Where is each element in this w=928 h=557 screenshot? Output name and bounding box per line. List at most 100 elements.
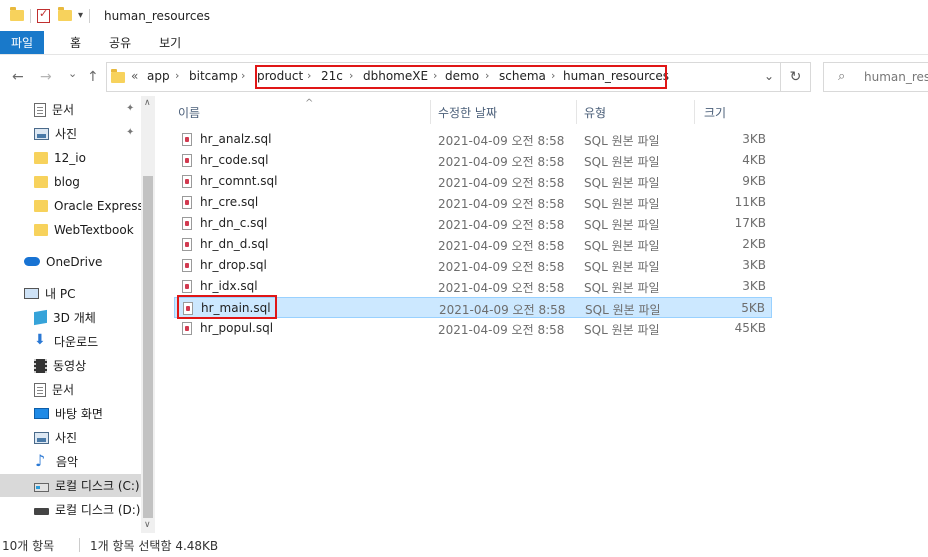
pictures-icon <box>34 431 49 444</box>
column-header-type[interactable]: 유형 <box>584 100 694 124</box>
file-type: SQL 원본 파일 <box>584 218 660 232</box>
file-row[interactable]: hr_comnt.sql 2021-04-09 오전 8:58 SQL 원본 파… <box>174 171 772 192</box>
file-row[interactable]: hr_drop.sql 2021-04-09 오전 8:58 SQL 원본 파일… <box>174 255 772 276</box>
sidebar-item-label: 문서 <box>52 103 75 117</box>
sidebar-item-drive-c[interactable]: 로컬 디스크 (C:) <box>0 474 141 497</box>
folder-icon <box>34 151 48 164</box>
scroll-up-icon[interactable]: ∧ <box>144 98 151 108</box>
file-size: 5KB <box>741 301 765 315</box>
breadcrumb-separator[interactable]: › <box>241 69 245 82</box>
file-row[interactable]: hr_dn_c.sql 2021-04-09 오전 8:58 SQL 원본 파일… <box>174 213 772 234</box>
pin-icon: ✦ <box>126 103 135 114</box>
file-row[interactable]: hr_cre.sql 2021-04-09 오전 8:58 SQL 원본 파일 … <box>174 192 772 213</box>
sidebar-item-label: 3D 개체 <box>53 311 96 325</box>
sql-file-icon <box>182 258 192 272</box>
file-row[interactable]: hr_code.sql 2021-04-09 오전 8:58 SQL 원본 파일… <box>174 150 772 171</box>
desktop-icon <box>34 408 49 419</box>
recent-locations-button[interactable]: ⌄ <box>68 67 77 80</box>
file-size: 9KB <box>742 174 766 188</box>
document-icon <box>34 382 46 397</box>
file-name: hr_popul.sql <box>200 321 274 335</box>
pc-icon <box>24 288 39 299</box>
folder-icon[interactable] <box>10 7 24 21</box>
search-box[interactable]: ⌕ human_resou <box>823 62 928 92</box>
navigation-scrollbar[interactable]: ∧ ∨ <box>141 96 155 533</box>
scroll-down-icon[interactable]: ∨ <box>144 520 151 530</box>
sidebar-item-this-pc[interactable]: 내 PC <box>0 282 141 305</box>
refresh-button[interactable]: ↻ <box>781 62 811 92</box>
status-item-count: 10개 항목 <box>2 539 55 553</box>
breadcrumb-bitcamp[interactable]: bitcamp <box>189 69 238 83</box>
sidebar-item-label: 12_io <box>54 150 86 165</box>
sidebar-item-onedrive[interactable]: OneDrive <box>0 250 141 273</box>
file-row[interactable]: hr_popul.sql 2021-04-09 오전 8:58 SQL 원본 파… <box>174 318 772 339</box>
file-name: hr_dn_c.sql <box>200 216 268 230</box>
file-date: 2021-04-09 오전 8:58 <box>438 176 565 190</box>
properties-icon[interactable] <box>37 7 50 23</box>
file-name: hr_code.sql <box>200 153 269 167</box>
sidebar-item-label: 동영상 <box>53 359 87 373</box>
sidebar-item-music[interactable]: 음악 <box>0 450 141 473</box>
file-type: SQL 원본 파일 <box>584 176 660 190</box>
breadcrumb-separator[interactable]: › <box>175 69 179 82</box>
sidebar-item-blog[interactable]: blog <box>0 170 141 193</box>
file-size: 2KB <box>742 237 766 251</box>
tab-view[interactable]: 보기 <box>145 31 195 54</box>
sidebar-item-quick-pictures[interactable]: 사진 ✦ <box>0 122 141 145</box>
column-header-size[interactable]: 크기 <box>704 100 772 124</box>
column-divider[interactable] <box>694 100 695 124</box>
sidebar-item-documents[interactable]: 문서 <box>0 378 141 401</box>
address-bar[interactable]: « app › bitcamp › product › 21c › dbhome… <box>106 62 781 92</box>
file-row[interactable]: hr_idx.sql 2021-04-09 오전 8:58 SQL 원본 파일 … <box>174 276 772 297</box>
scrollbar-thumb[interactable] <box>143 176 153 518</box>
sidebar-item-label: 사진 <box>55 127 78 141</box>
new-folder-icon[interactable] <box>58 7 72 21</box>
navigation-pane: 문서 ✦ 사진 ✦ 12_io blog Oracle Express 2 We… <box>0 96 156 533</box>
sidebar-item-quick-documents[interactable]: 문서 ✦ <box>0 98 141 121</box>
column-divider[interactable] <box>576 100 577 124</box>
address-overflow[interactable]: « <box>131 69 138 83</box>
sidebar-item-12-io[interactable]: 12_io <box>0 146 141 169</box>
folder-icon <box>34 175 48 188</box>
breadcrumb-app[interactable]: app <box>147 69 170 83</box>
sidebar-item-label: 사진 <box>55 431 78 445</box>
file-size: 4KB <box>742 153 766 167</box>
sidebar-item-label: blog <box>54 174 80 189</box>
3d-objects-icon <box>34 309 47 326</box>
tab-home[interactable]: 홈 <box>44 31 95 54</box>
file-type: SQL 원본 파일 <box>584 239 660 253</box>
sidebar-item-pictures[interactable]: 사진 <box>0 426 141 449</box>
sidebar-item-label: 바탕 화면 <box>55 407 103 421</box>
column-header-date[interactable]: 수정한 날짜 <box>438 100 578 124</box>
sidebar-item-3d-objects[interactable]: 3D 개체 <box>0 306 141 329</box>
customize-toolbar-dropdown[interactable]: ▾ <box>78 10 83 21</box>
sidebar-item-label: 음악 <box>56 455 79 469</box>
column-header-name[interactable]: 이름 ^ <box>178 98 430 124</box>
address-dropdown-button[interactable]: ⌄ <box>764 69 774 83</box>
sidebar-item-webtextbook[interactable]: WebTextbook <box>0 218 141 241</box>
file-row[interactable]: hr_analz.sql 2021-04-09 오전 8:58 SQL 원본 파… <box>174 129 772 150</box>
up-button[interactable]: ↑ <box>87 69 99 85</box>
column-header-label: 수정한 날짜 <box>438 105 498 120</box>
file-type: SQL 원본 파일 <box>585 303 661 317</box>
back-button[interactable]: ← <box>12 69 24 85</box>
onedrive-icon <box>24 257 40 266</box>
file-row[interactable]: hr_dn_d.sql 2021-04-09 오전 8:58 SQL 원본 파일… <box>174 234 772 255</box>
file-row-selected[interactable]: hr_main.sql 2021-04-09 오전 8:58 SQL 원본 파일… <box>174 295 772 319</box>
sidebar-item-videos[interactable]: 동영상 <box>0 354 141 377</box>
search-placeholder: human_resou <box>864 70 928 84</box>
sidebar-item-label: 문서 <box>52 383 75 397</box>
tab-share[interactable]: 공유 <box>95 31 145 54</box>
sql-file-icon <box>182 153 192 167</box>
file-date: 2021-04-09 오전 8:58 <box>439 303 566 317</box>
column-divider[interactable] <box>430 100 431 124</box>
sidebar-item-oracle-express[interactable]: Oracle Express 2 <box>0 194 141 217</box>
sidebar-item-downloads[interactable]: 다운로드 <box>0 330 141 353</box>
sidebar-item-drive-d[interactable]: 로컬 디스크 (D:) <box>0 498 141 521</box>
tab-file[interactable]: 파일 <box>0 31 44 54</box>
forward-button[interactable]: → <box>40 69 52 85</box>
sidebar-item-label: OneDrive <box>46 254 103 269</box>
ribbon-tabs: 파일 홈 공유 보기 <box>0 31 928 55</box>
sidebar-item-desktop[interactable]: 바탕 화면 <box>0 402 141 425</box>
file-name: hr_dn_d.sql <box>200 237 269 251</box>
